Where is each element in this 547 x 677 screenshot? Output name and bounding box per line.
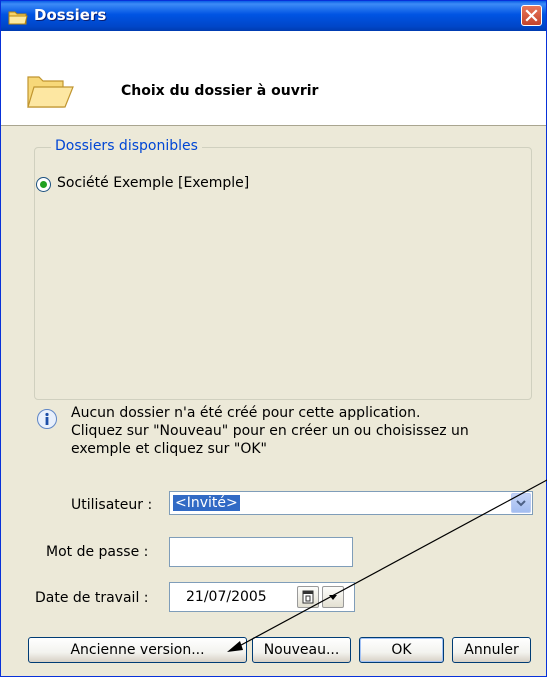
dropdown-button[interactable] [511, 493, 531, 513]
password-field[interactable] [169, 537, 353, 567]
header-band: Choix du dossier à ouvrir [1, 31, 546, 126]
date-label: Date de travail : [35, 590, 149, 606]
group-legend: Dossiers disponibles [51, 138, 202, 154]
user-select[interactable]: <Invité> [169, 491, 533, 515]
new-button[interactable]: Nouveau... [252, 637, 351, 663]
title-bar[interactable]: Dossiers [1, 1, 546, 31]
date-field[interactable]: 21/07/2005 [169, 582, 355, 612]
folder-option-label: Société Exemple [Exemple] [57, 175, 250, 191]
triangle-down-icon [329, 595, 337, 600]
info-line: Aucun dossier n'a été créé pour cette ap… [71, 405, 421, 421]
old-version-button[interactable]: Ancienne version... [28, 637, 247, 663]
ok-button[interactable]: OK [359, 637, 444, 663]
date-dropdown-button[interactable] [322, 586, 344, 608]
info-icon [36, 408, 58, 434]
folder-icon [8, 9, 28, 29]
password-label: Mot de passe : [46, 544, 149, 560]
info-line: exemple et cliquez sur "OK" [71, 441, 267, 457]
close-icon [525, 9, 538, 22]
chevron-down-icon [516, 500, 526, 507]
cancel-button[interactable]: Annuler [452, 637, 531, 663]
open-folder-icon [25, 71, 75, 115]
window-title: Dossiers [34, 6, 107, 24]
radio-dot [40, 181, 47, 188]
close-button[interactable] [521, 5, 542, 26]
info-line: Cliquez sur "Nouveau" pour en créer un o… [71, 423, 469, 439]
dossiers-dialog: Dossiers Choix du dossier à ouvrir Dossi… [0, 0, 547, 677]
header-title: Choix du dossier à ouvrir [121, 83, 319, 99]
radio-button[interactable] [36, 177, 51, 192]
calendar-icon [302, 590, 314, 604]
info-message: Aucun dossier n'a été créé pour cette ap… [71, 404, 541, 458]
date-value: 21/07/2005 [186, 589, 267, 605]
user-label: Utilisateur : [71, 497, 153, 513]
calendar-button[interactable] [297, 586, 319, 608]
user-select-value: <Invité> [173, 495, 240, 511]
